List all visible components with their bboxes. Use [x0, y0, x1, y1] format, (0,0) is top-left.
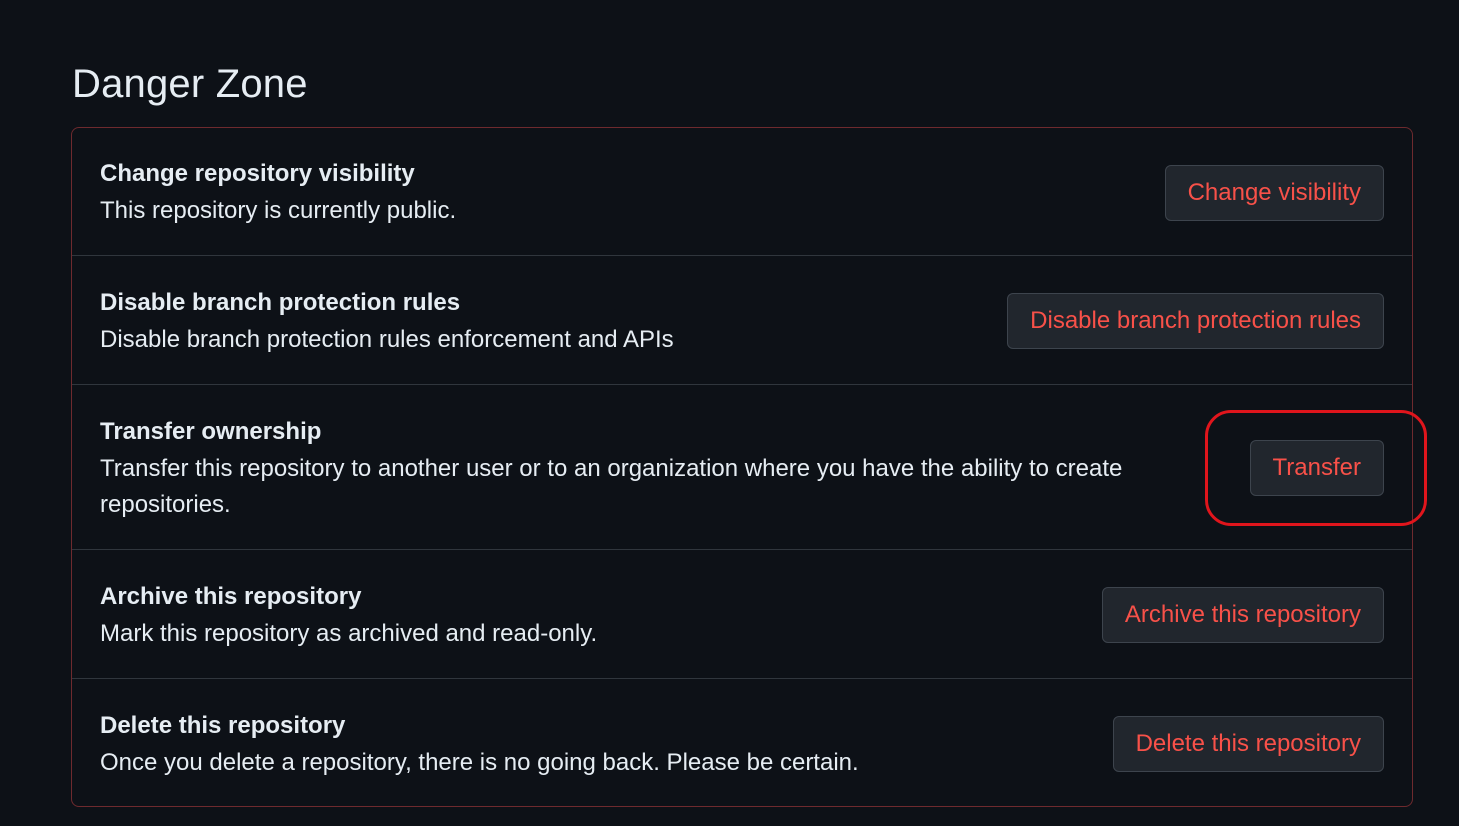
delete-repository-button[interactable]: Delete this repository [1112, 716, 1384, 772]
row-title-delete: Delete this repository [100, 712, 346, 739]
page-title: Danger Zone [72, 62, 308, 106]
setting-row-visibility: Change repository visibility This reposi… [72, 128, 1412, 256]
disable-branch-protection-button[interactable]: Disable branch protection rules [1007, 293, 1384, 349]
change-visibility-button[interactable]: Change visibility [1164, 165, 1384, 221]
setting-row-archive: Archive this repository Mark this reposi… [72, 550, 1412, 679]
row-description-branch-protection: Disable branch protection rules enforcem… [100, 326, 674, 353]
row-title-branch-protection: Disable branch protection rules [100, 289, 461, 316]
archive-repository-button[interactable]: Archive this repository [1101, 587, 1384, 643]
setting-row-delete: Delete this repository Once you delete a… [72, 679, 1412, 806]
row-title-transfer: Transfer ownership [100, 418, 322, 445]
setting-row-transfer: Transfer ownership Transfer this reposit… [72, 385, 1412, 550]
row-description-transfer: Transfer this repository to another user… [100, 455, 1123, 518]
danger-zone-box: Change repository visibility This reposi… [71, 127, 1413, 807]
row-description-archive: Mark this repository as archived and rea… [100, 620, 598, 647]
row-description-delete: Once you delete a repository, there is n… [100, 749, 859, 776]
transfer-button[interactable]: Transfer [1249, 440, 1384, 496]
row-title-archive: Archive this repository [100, 583, 362, 610]
row-title-visibility: Change repository visibility [100, 160, 415, 187]
row-description-visibility: This repository is currently public. [100, 197, 457, 224]
setting-row-branch-protection: Disable branch protection rules Disable … [72, 256, 1412, 385]
